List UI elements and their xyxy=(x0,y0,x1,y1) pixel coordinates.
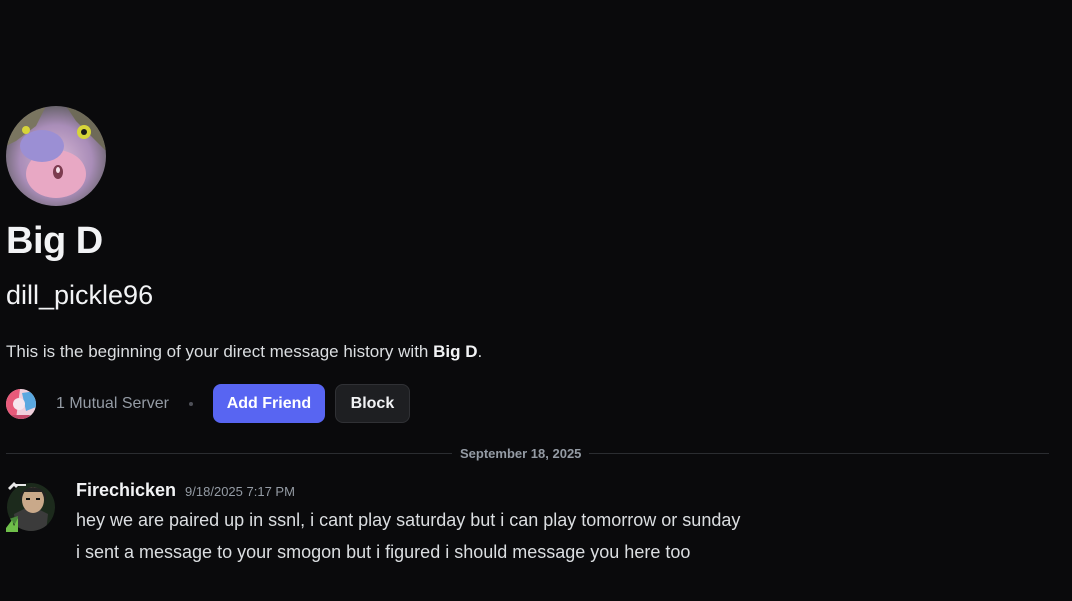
dm-channel: Big D dill_pickle96 This is the beginnin… xyxy=(0,0,1072,601)
profile-actions: 1 Mutual Server Add Friend Block xyxy=(6,384,410,423)
add-friend-button[interactable]: Add Friend xyxy=(212,384,325,423)
mutual-server-icon[interactable] xyxy=(6,388,36,419)
message-avatar-icon xyxy=(6,482,55,532)
intro-name: Big D xyxy=(433,342,478,361)
message-timestamp: 9/18/2025 7:17 PM xyxy=(185,484,295,499)
separator-dot xyxy=(188,401,193,406)
intro-prefix: This is the beginning of your direct mes… xyxy=(6,342,434,361)
profile-display-name: Big D xyxy=(6,220,103,262)
dm-intro-text: This is the beginning of your direct mes… xyxy=(6,340,482,364)
server-icon xyxy=(6,388,36,419)
profile-avatar-icon xyxy=(6,106,106,206)
profile-avatar[interactable] xyxy=(6,106,106,206)
message-content: i sent a message to your smogon but i fi… xyxy=(76,542,691,562)
intro-suffix: . xyxy=(477,342,483,361)
profile-username: dill_pickle96 xyxy=(6,280,154,310)
message-author[interactable]: Firechicken xyxy=(76,480,176,501)
block-button[interactable]: Block xyxy=(334,384,410,423)
date-divider-label: September 18, 2025 xyxy=(452,446,590,462)
message-author-avatar[interactable] xyxy=(6,480,56,532)
mutual-servers-link[interactable]: 1 Mutual Server xyxy=(56,395,169,413)
message-content: hey we are paired up in ssnl, i cant pla… xyxy=(76,510,741,530)
message-header: Firechicken 9/18/2025 7:17 PM xyxy=(76,480,295,504)
